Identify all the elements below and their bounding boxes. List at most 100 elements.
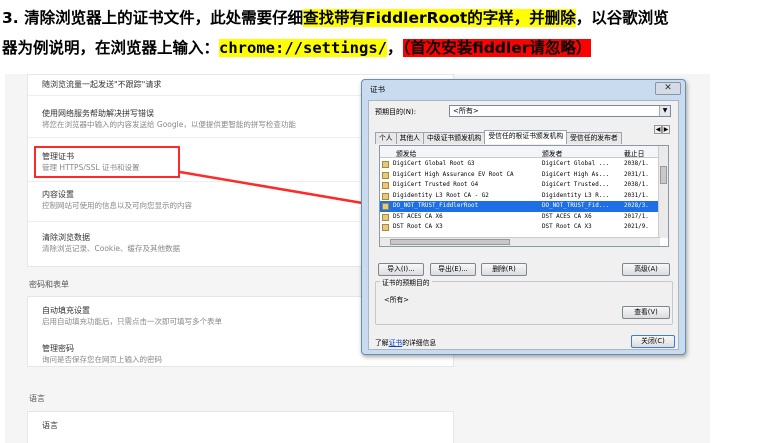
scrollbar-thumb[interactable]	[390, 239, 510, 245]
heading-line-2: 器为例说明，在浏览器上输入：chrome://settings/，（首次安装fi…	[2, 34, 592, 62]
setting-autofill[interactable]: 自动填充设置 启用自动填充功能后，只需点击一次即可填写多个表单	[42, 305, 222, 327]
certificate-row[interactable]: DO_NOT_TRUST_FiddlerRoot DO_NOT_TRUST_Fid…	[380, 201, 660, 212]
view-button[interactable]: 查看(V)	[622, 306, 670, 319]
import-button[interactable]: 导入(I)...	[378, 263, 424, 276]
cert-issued-to: DigiCert Global Root G3	[393, 161, 475, 167]
dialog-body: 预期目的(N): <所有> ▼ 个人 其他人 中级证书颁发机构 受信任的根证书颁发机构…	[368, 100, 679, 350]
heading-line1-suffix: ，以谷歌浏览	[575, 9, 669, 27]
tab-trusted-root-ca[interactable]: 受信任的根证书颁发机构	[484, 130, 568, 144]
certificate-row[interactable]: DigiCert High Assurance EV Root CA DigiCe…	[380, 170, 660, 181]
setting-title: 随浏览流量一起发送"不跟踪"请求	[42, 80, 162, 89]
scrollbar-thumb[interactable]	[660, 166, 667, 184]
column-issued-to[interactable]: 颁发给	[396, 148, 416, 158]
cert-expiration: 2038/1.	[624, 161, 649, 167]
setting-spellcheck[interactable]: 使用网络服务帮助解决拼写错误 将您在浏览器中输入的内容发送给 Google，以便…	[42, 108, 296, 130]
learn-more-text: 了解证书的详细信息	[375, 337, 436, 347]
certificate-row[interactable]: Digidentity L3 Root CA - G2 Digidentity L…	[380, 191, 660, 202]
heading-settings-url: chrome://settings/	[219, 39, 387, 57]
learn-more-prefix: 了解	[375, 339, 389, 347]
heading-highlight-fiddlerroot: 查找带有FiddlerRoot的字样，并删除	[303, 9, 576, 27]
setting-title: 管理密码	[42, 344, 74, 353]
cert-expiration: 2031/1.	[624, 192, 649, 199]
cert-issued-to: DST ACES CA X6	[393, 213, 443, 220]
tab-personal[interactable]: 个人	[375, 132, 397, 144]
cert-issued-to: DST Root CA X3	[393, 224, 443, 230]
setting-title: 自动填充设置	[42, 306, 90, 315]
section-passwords-forms: 密码和表单	[29, 280, 69, 289]
column-expiration[interactable]: 截止日	[624, 148, 644, 158]
tab-intermediate-ca[interactable]: 中级证书颁发机构	[422, 132, 486, 144]
chevron-left-icon[interactable]: ◀	[654, 125, 662, 134]
instruction-heading: 3. 清除浏览器上的证书文件，此处需要仔细查找带有FiddlerRoot的字样，…	[2, 4, 781, 57]
export-button[interactable]: 导出(E)...	[430, 263, 476, 276]
section-language: 语言	[29, 394, 45, 403]
horizontal-scrollbar[interactable]	[380, 237, 660, 246]
setting-title: 内容设置	[42, 190, 74, 199]
setting-language[interactable]: 语言	[42, 420, 58, 431]
cert-issued-to: DigiCert High Assurance EV Root CA	[393, 171, 514, 178]
tab-scroll-buttons: ◀ ▶	[654, 125, 670, 134]
certificate-row[interactable]: DST ACES CA X6 DST ACES CA X6 2017/1.	[380, 212, 660, 223]
cert-issued-to: DigiCert Trusted Root G4	[393, 182, 479, 188]
heading-line-1: 3. 清除浏览器上的证书文件，此处需要仔细查找带有FiddlerRoot的字样，…	[2, 4, 781, 32]
certificate-icon	[382, 171, 389, 179]
certificate-icon	[382, 224, 389, 231]
tab-trusted-publishers[interactable]: 受信任的发布者	[566, 132, 622, 144]
certificate-icon	[382, 192, 389, 200]
certificate-row[interactable]: DST Root CA X3 DST Root CA X3 2021/9.	[380, 222, 660, 233]
cert-issued-by: DST ACES CA X6	[542, 213, 592, 220]
certificate-row[interactable]: DigiCert Trusted Root G4 DigiCert Trusted…	[380, 180, 660, 191]
setting-content-settings[interactable]: 内容设置 控制网站可使用的信息以及可向您显示的内容	[42, 189, 192, 211]
close-button[interactable]: 关闭(C)	[631, 335, 675, 348]
tab-other-people[interactable]: 其他人	[395, 132, 424, 144]
certificate-row[interactable]: DigiCert Global Root G3 DigiCert Global .…	[380, 159, 660, 170]
setting-desc: 清除浏览记录、Cookie、缓存及其他数据	[42, 244, 180, 253]
cert-expiration: 2017/1.	[624, 213, 649, 220]
delete-button[interactable]: 删除(R)	[481, 263, 527, 276]
setting-do-not-track[interactable]: 随浏览流量一起发送"不跟踪"请求	[42, 79, 161, 90]
language-card: 语言	[27, 411, 454, 443]
setting-manage-passwords[interactable]: 管理密码 询问是否保存您在网页上输入的密码	[42, 343, 162, 365]
purposes-group-title: 证书的预期目的	[380, 277, 432, 287]
setting-title: 使用网络服务帮助解决拼写错误	[42, 109, 154, 118]
setting-desc: 启用自动填充功能后，只需点击一次即可填写多个表单	[42, 317, 222, 326]
advanced-button[interactable]: 高级(A)	[622, 263, 670, 276]
cert-issued-to: DO_NOT_TRUST_FiddlerRoot	[393, 203, 479, 209]
heading-line2-prefix: 器为例说明，在浏览器上输入：	[2, 39, 220, 57]
manage-certificates-highlight-box	[34, 146, 180, 178]
learn-more-suffix: 的详细信息	[402, 339, 437, 347]
purpose-label: 预期目的(N):	[375, 108, 417, 116]
vertical-scrollbar[interactable]	[658, 146, 668, 238]
certificate-icon	[382, 203, 389, 210]
heading-line1-prefix: 3. 清除浏览器上的证书文件，此处需要仔细	[2, 9, 304, 27]
certificate-icon	[382, 182, 389, 189]
setting-desc: 询问是否保存您在网页上输入的密码	[42, 355, 162, 364]
certificate-rows: DigiCert Global Root G3 DigiCert Global .…	[380, 159, 660, 233]
cert-issued-by: DST Root CA X3	[542, 224, 592, 230]
setting-desc: 将您在浏览器中输入的内容发送给 Google，以便提供更智能的拼写检查功能	[42, 120, 296, 129]
purposes-group-value: <所有>	[384, 296, 409, 304]
dialog-title: 证书	[370, 85, 385, 94]
learn-more-link[interactable]: 证书	[389, 339, 403, 347]
cert-expiration: 2031/1.	[624, 171, 649, 178]
heading-note: （首次安装fiddler请忽略）	[402, 39, 592, 57]
purpose-select-value: <所有>	[453, 107, 479, 115]
setting-clear-browsing-data[interactable]: 清除浏览数据 清除浏览记录、Cookie、缓存及其他数据	[42, 232, 180, 254]
cert-issued-by: DigiCert Global ...	[542, 161, 610, 167]
setting-title: 语言	[42, 421, 58, 430]
certificate-icon	[382, 213, 389, 221]
cert-issued-by: Digidentity L3 R...	[542, 192, 610, 199]
list-header: 颁发给 颁发者 截止日	[380, 146, 660, 158]
purpose-select[interactable]: <所有> ▼	[449, 105, 671, 117]
certificate-dialog: 证书 ✕ 预期目的(N): <所有> ▼ 个人 其他人 中级证书颁发机构 受信任的根证…	[361, 79, 686, 355]
dialog-close-icon[interactable]: ✕	[655, 82, 681, 95]
cert-expiration: 2038/1.	[624, 182, 649, 188]
cert-issued-to: Digidentity L3 Root CA - G2	[393, 192, 489, 199]
column-issued-by[interactable]: 颁发者	[542, 148, 562, 158]
chevron-right-icon[interactable]: ▶	[662, 125, 670, 134]
certificate-icon	[382, 161, 389, 168]
cert-expiration: 2021/9.	[624, 224, 649, 230]
certificate-list: 颁发给 颁发者 截止日 DigiCert Global Root G3 DigiC…	[379, 145, 669, 247]
cert-issued-by: DigiCert High As...	[542, 171, 610, 178]
cert-expiration: 2028/3.	[624, 203, 649, 209]
